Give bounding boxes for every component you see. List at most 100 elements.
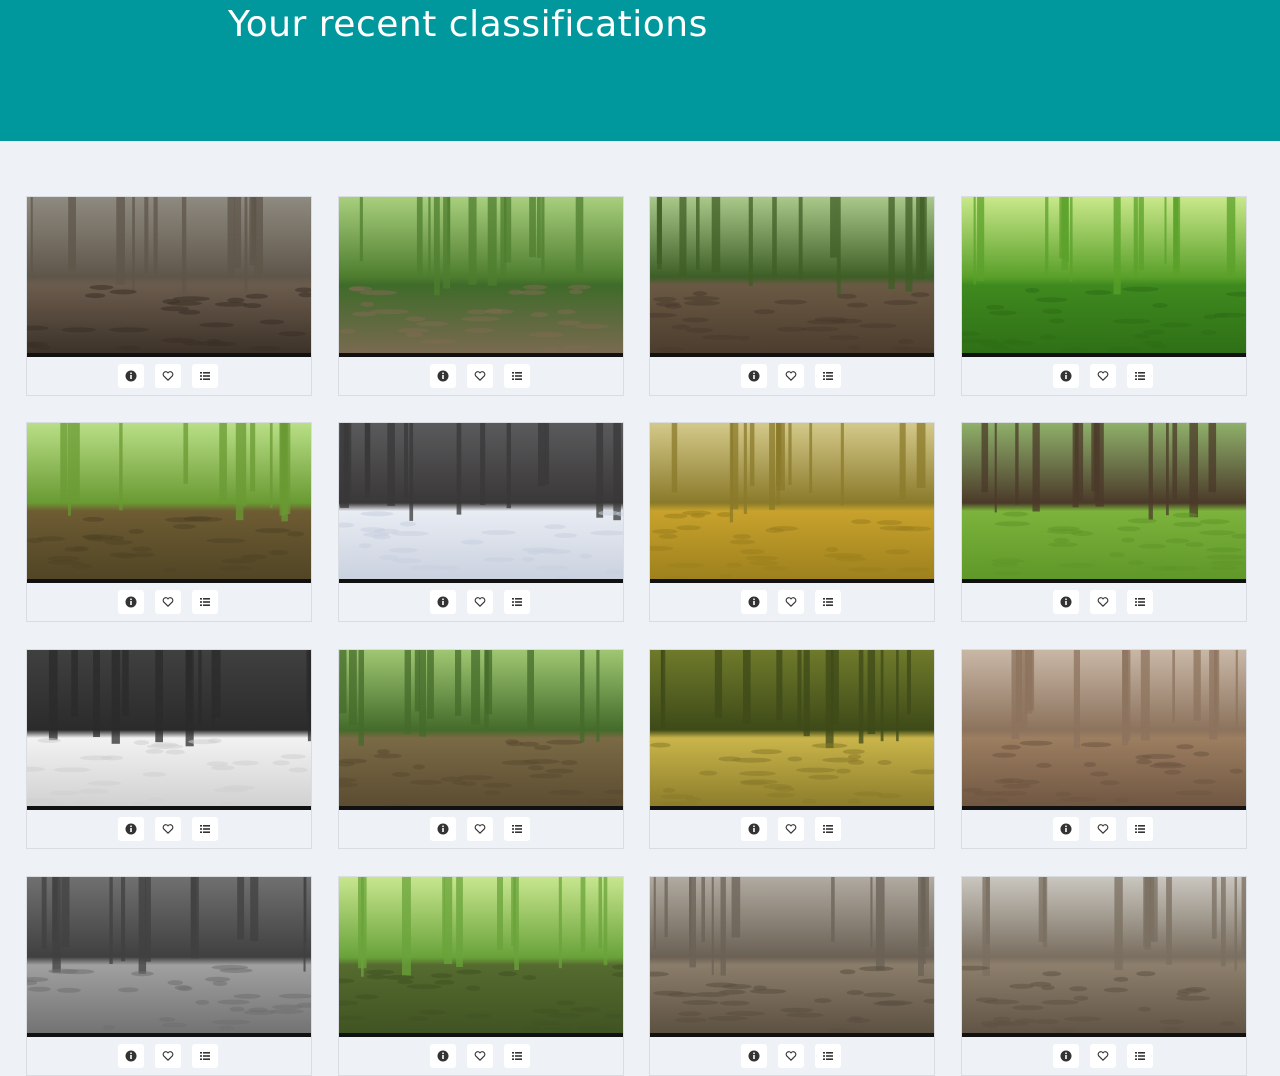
classification-card[interactable]	[26, 422, 312, 622]
classification-card[interactable]	[338, 876, 624, 1076]
favorite-button[interactable]	[155, 364, 181, 388]
list-icon	[1134, 823, 1146, 835]
favorite-button[interactable]	[778, 590, 804, 614]
collections-button[interactable]	[192, 590, 218, 614]
heart-outline-icon	[1097, 823, 1109, 835]
info-button[interactable]	[1053, 590, 1079, 614]
classification-card[interactable]	[338, 422, 624, 622]
subject-thumbnail[interactable]	[339, 197, 623, 357]
favorite-button[interactable]	[1090, 1044, 1116, 1068]
subject-thumbnail[interactable]	[650, 877, 934, 1037]
favorite-button[interactable]	[467, 590, 493, 614]
favorite-button[interactable]	[155, 1044, 181, 1068]
favorite-button[interactable]	[778, 364, 804, 388]
heart-outline-icon	[474, 596, 486, 608]
collections-button[interactable]	[504, 817, 530, 841]
card-actions	[339, 357, 623, 395]
list-icon	[199, 596, 211, 608]
classification-card[interactable]	[649, 876, 935, 1076]
classification-card[interactable]	[961, 649, 1247, 849]
info-circle-icon	[125, 1050, 137, 1062]
classification-card[interactable]	[26, 876, 312, 1076]
favorite-button[interactable]	[467, 1044, 493, 1068]
subject-thumbnail[interactable]	[650, 650, 934, 810]
card-actions	[650, 583, 934, 621]
collections-button[interactable]	[192, 364, 218, 388]
favorite-button[interactable]	[155, 590, 181, 614]
info-button[interactable]	[118, 1044, 144, 1068]
info-button[interactable]	[741, 1044, 767, 1068]
subject-thumbnail[interactable]	[962, 877, 1246, 1037]
collections-button[interactable]	[815, 364, 841, 388]
classification-card[interactable]	[26, 196, 312, 396]
subject-thumbnail[interactable]	[27, 650, 311, 810]
favorite-button[interactable]	[1090, 817, 1116, 841]
favorite-button[interactable]	[1090, 590, 1116, 614]
info-circle-icon	[1060, 370, 1072, 382]
classification-card[interactable]	[961, 876, 1247, 1076]
info-button[interactable]	[1053, 1044, 1079, 1068]
info-button[interactable]	[1053, 817, 1079, 841]
subject-thumbnail[interactable]	[962, 197, 1246, 357]
card-actions	[650, 357, 934, 395]
collections-button[interactable]	[504, 590, 530, 614]
card-actions	[650, 1037, 934, 1075]
info-button[interactable]	[430, 590, 456, 614]
info-button[interactable]	[118, 590, 144, 614]
heart-outline-icon	[785, 596, 797, 608]
subject-thumbnail[interactable]	[650, 197, 934, 357]
favorite-button[interactable]	[1090, 364, 1116, 388]
subject-thumbnail[interactable]	[339, 423, 623, 583]
classification-card[interactable]	[649, 196, 935, 396]
card-actions	[962, 810, 1246, 848]
collections-button[interactable]	[1127, 817, 1153, 841]
subject-thumbnail[interactable]	[962, 423, 1246, 583]
info-button[interactable]	[430, 364, 456, 388]
classification-card[interactable]	[961, 422, 1247, 622]
collections-button[interactable]	[815, 590, 841, 614]
list-icon	[199, 370, 211, 382]
info-button[interactable]	[741, 364, 767, 388]
subject-thumbnail[interactable]	[27, 423, 311, 583]
collections-button[interactable]	[192, 817, 218, 841]
favorite-button[interactable]	[778, 1044, 804, 1068]
collections-button[interactable]	[815, 1044, 841, 1068]
info-button[interactable]	[741, 817, 767, 841]
classification-card[interactable]	[961, 196, 1247, 396]
collections-button[interactable]	[504, 1044, 530, 1068]
info-button[interactable]	[118, 364, 144, 388]
collections-button[interactable]	[1127, 364, 1153, 388]
collections-button[interactable]	[504, 364, 530, 388]
classification-card[interactable]	[338, 649, 624, 849]
subject-thumbnail[interactable]	[339, 877, 623, 1037]
subject-thumbnail[interactable]	[27, 197, 311, 357]
subject-thumbnail[interactable]	[650, 423, 934, 583]
collections-button[interactable]	[1127, 1044, 1153, 1068]
info-button[interactable]	[1053, 364, 1079, 388]
heart-outline-icon	[785, 370, 797, 382]
favorite-button[interactable]	[467, 817, 493, 841]
info-button[interactable]	[118, 817, 144, 841]
info-circle-icon	[748, 596, 760, 608]
favorite-button[interactable]	[467, 364, 493, 388]
collections-button[interactable]	[192, 1044, 218, 1068]
list-icon	[511, 1050, 523, 1062]
heart-outline-icon	[474, 370, 486, 382]
subject-thumbnail[interactable]	[27, 877, 311, 1037]
info-button[interactable]	[430, 817, 456, 841]
list-icon	[1134, 370, 1146, 382]
favorite-button[interactable]	[778, 817, 804, 841]
classification-card[interactable]	[26, 649, 312, 849]
subject-thumbnail[interactable]	[339, 650, 623, 810]
classification-card[interactable]	[338, 196, 624, 396]
subject-thumbnail[interactable]	[962, 650, 1246, 810]
info-button[interactable]	[741, 590, 767, 614]
list-icon	[1134, 596, 1146, 608]
collections-button[interactable]	[1127, 590, 1153, 614]
collections-button[interactable]	[815, 817, 841, 841]
favorite-button[interactable]	[155, 817, 181, 841]
classification-card[interactable]	[649, 422, 935, 622]
info-button[interactable]	[430, 1044, 456, 1068]
classification-card[interactable]	[649, 649, 935, 849]
info-circle-icon	[437, 1050, 449, 1062]
